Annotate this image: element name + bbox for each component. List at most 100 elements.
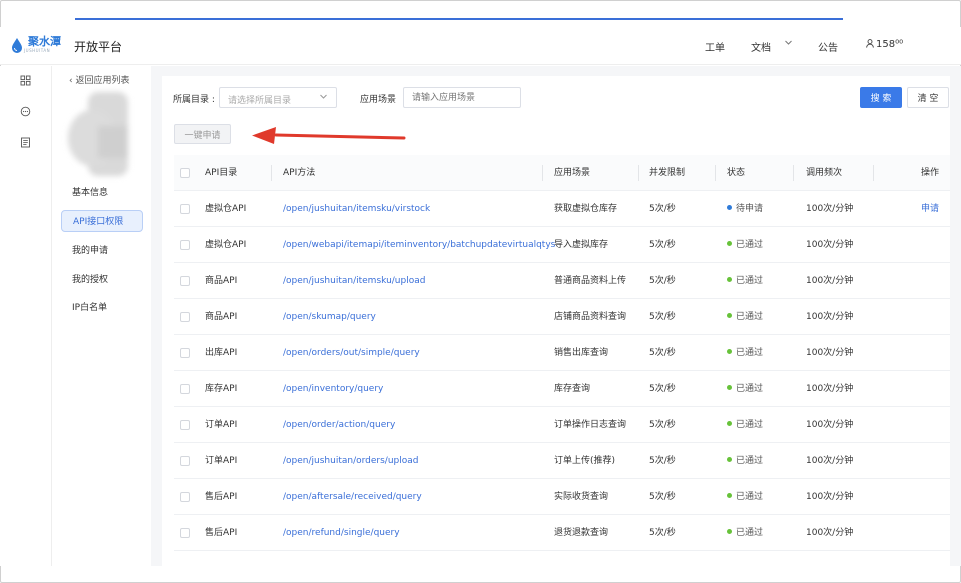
row-scene: 退货退款查询	[554, 528, 609, 538]
category-filter-label: 所属目录 :	[173, 95, 215, 105]
row-concurrency: 5次/秒	[649, 348, 676, 358]
back-to-app-list[interactable]: ‹ 返回应用列表	[69, 73, 129, 86]
clear-button[interactable]: 清 空	[907, 87, 949, 108]
row-method-link[interactable]: /open/webapi/itemapi/iteminventory/batch…	[283, 227, 555, 263]
row-checkbox[interactable]	[180, 456, 190, 466]
row-scene: 订单上传(推荐)	[554, 456, 616, 466]
sidebar-item-my-authorizations[interactable]: 我的授权	[61, 269, 143, 291]
row-checkbox[interactable]	[180, 528, 190, 538]
table-header-row: API目录 API方法 应用场景 并发限制 状态 调用频次 操作	[174, 155, 950, 191]
table-row: 售后API /open/refund/single/query 退货退款查询 5…	[174, 515, 950, 551]
row-scene: 店铺商品资料查询	[554, 312, 627, 322]
row-concurrency: 5次/秒	[649, 312, 676, 322]
row-concurrency: 5次/秒	[649, 204, 676, 214]
row-method-link[interactable]: /open/aftersale/received/query	[283, 479, 422, 515]
nav-workorder[interactable]: 工单	[705, 39, 725, 54]
row-status: 已通过	[727, 299, 763, 335]
row-frequency: 100次/分钟	[806, 312, 854, 322]
nav-docs[interactable]: 文档	[751, 39, 771, 54]
row-frequency: 100次/分钟	[806, 348, 854, 358]
row-status: 待申请	[727, 191, 763, 227]
row-method-link[interactable]: /open/orders/out/simple/query	[283, 335, 420, 371]
status-dot-icon	[727, 205, 732, 210]
sidebar-item-my-applications[interactable]: 我的申请	[61, 240, 143, 262]
column-divider	[271, 165, 272, 181]
header-operation: 操作	[921, 168, 940, 178]
row-method-link[interactable]: /open/order/action/query	[283, 407, 395, 443]
row-frequency: 100次/分钟	[806, 456, 854, 466]
logo-subtext: JUSHUITAN	[24, 48, 51, 53]
sidebar-item-ip-whitelist[interactable]: IP白名单	[61, 297, 143, 319]
row-checkbox[interactable]	[180, 312, 190, 322]
row-concurrency: 5次/秒	[649, 492, 676, 502]
row-scene: 订单操作日志查询	[554, 420, 627, 430]
row-category: 售后API	[205, 528, 238, 538]
row-frequency: 100次/分钟	[806, 276, 854, 286]
select-all-checkbox[interactable]	[180, 168, 190, 178]
row-apply-link[interactable]: 申请	[921, 191, 939, 227]
row-status-label: 已通过	[736, 312, 764, 322]
sidebar-item-api-permissions[interactable]: API接口权限	[61, 210, 143, 232]
row-checkbox[interactable]	[180, 348, 190, 358]
category-select[interactable]: 请选择所属目录	[219, 87, 337, 108]
row-method-link[interactable]: /open/skumap/query	[283, 299, 376, 335]
row-status: 已通过	[727, 479, 763, 515]
row-checkbox[interactable]	[180, 240, 190, 250]
header-status: 状态	[727, 168, 746, 178]
brand-logo[interactable]: 聚水潭 JUSHUITAN	[10, 36, 61, 53]
sidebar-item-basic-info[interactable]: 基本信息	[61, 182, 143, 204]
water-drop-icon	[12, 37, 22, 53]
chevron-down-icon[interactable]	[784, 38, 793, 50]
row-status: 已通过	[727, 371, 763, 407]
row-status-label: 已通过	[736, 276, 764, 286]
row-scene: 销售出库查询	[554, 348, 609, 358]
row-status-label: 已通过	[736, 240, 764, 250]
row-category: 虚拟仓API	[205, 240, 247, 250]
grid-icon[interactable]	[20, 75, 31, 86]
header-scene: 应用场景	[554, 168, 591, 178]
status-dot-icon	[727, 349, 732, 354]
row-category: 商品API	[205, 276, 238, 286]
one-click-apply-button[interactable]: 一键申请	[174, 124, 231, 144]
row-scene: 库存查询	[554, 384, 591, 394]
user-menu[interactable]: 158⁰⁰	[866, 39, 903, 50]
table-row: 虚拟仓API /open/webapi/itemapi/iteminventor…	[174, 227, 950, 263]
column-divider	[542, 165, 543, 181]
table-body: 虚拟仓API /open/jushuitan/itemsku/virstock …	[174, 191, 950, 551]
row-category: 售后API	[205, 492, 238, 502]
row-checkbox[interactable]	[180, 204, 190, 214]
row-scene: 普通商品资料上传	[554, 276, 627, 286]
row-checkbox[interactable]	[180, 492, 190, 502]
row-scene: 获取虚拟仓库存	[554, 204, 618, 214]
row-method-link[interactable]: /open/jushuitan/itemsku/virstock	[283, 191, 430, 227]
api-table: API目录 API方法 应用场景 并发限制 状态 调用频次 操作 虚拟仓API …	[174, 155, 950, 551]
row-concurrency: 5次/秒	[649, 276, 676, 286]
row-status: 已通过	[727, 407, 763, 443]
row-method-link[interactable]: /open/refund/single/query	[283, 515, 400, 551]
row-status-label: 已通过	[736, 420, 764, 430]
status-dot-icon	[727, 241, 732, 246]
row-status: 已通过	[727, 227, 763, 263]
status-dot-icon	[727, 277, 732, 282]
row-checkbox[interactable]	[180, 384, 190, 394]
row-checkbox[interactable]	[180, 420, 190, 430]
row-category: 出库API	[205, 348, 238, 358]
top-header: 聚水潭 JUSHUITAN 开放平台 工单 文档 公告 158⁰⁰	[0, 27, 961, 65]
status-dot-icon	[727, 421, 732, 426]
nav-notice[interactable]: 公告	[818, 39, 838, 54]
row-status-label: 已通过	[736, 348, 764, 358]
chat-icon[interactable]	[20, 106, 31, 117]
chevron-down-icon	[319, 92, 328, 104]
table-row: 订单API /open/jushuitan/orders/upload 订单上传…	[174, 443, 950, 479]
logo-text: 聚水潭	[28, 35, 61, 48]
search-button[interactable]: 搜 索	[860, 87, 902, 108]
row-concurrency: 5次/秒	[649, 528, 676, 538]
scene-input[interactable]	[403, 87, 521, 108]
row-status-label: 已通过	[736, 528, 764, 538]
row-method-link[interactable]: /open/inventory/query	[283, 371, 383, 407]
row-checkbox[interactable]	[180, 276, 190, 286]
document-icon[interactable]	[20, 137, 31, 148]
row-method-link[interactable]: /open/jushuitan/itemsku/upload	[283, 263, 425, 299]
row-method-link[interactable]: /open/jushuitan/orders/upload	[283, 443, 418, 479]
status-dot-icon	[727, 529, 732, 534]
